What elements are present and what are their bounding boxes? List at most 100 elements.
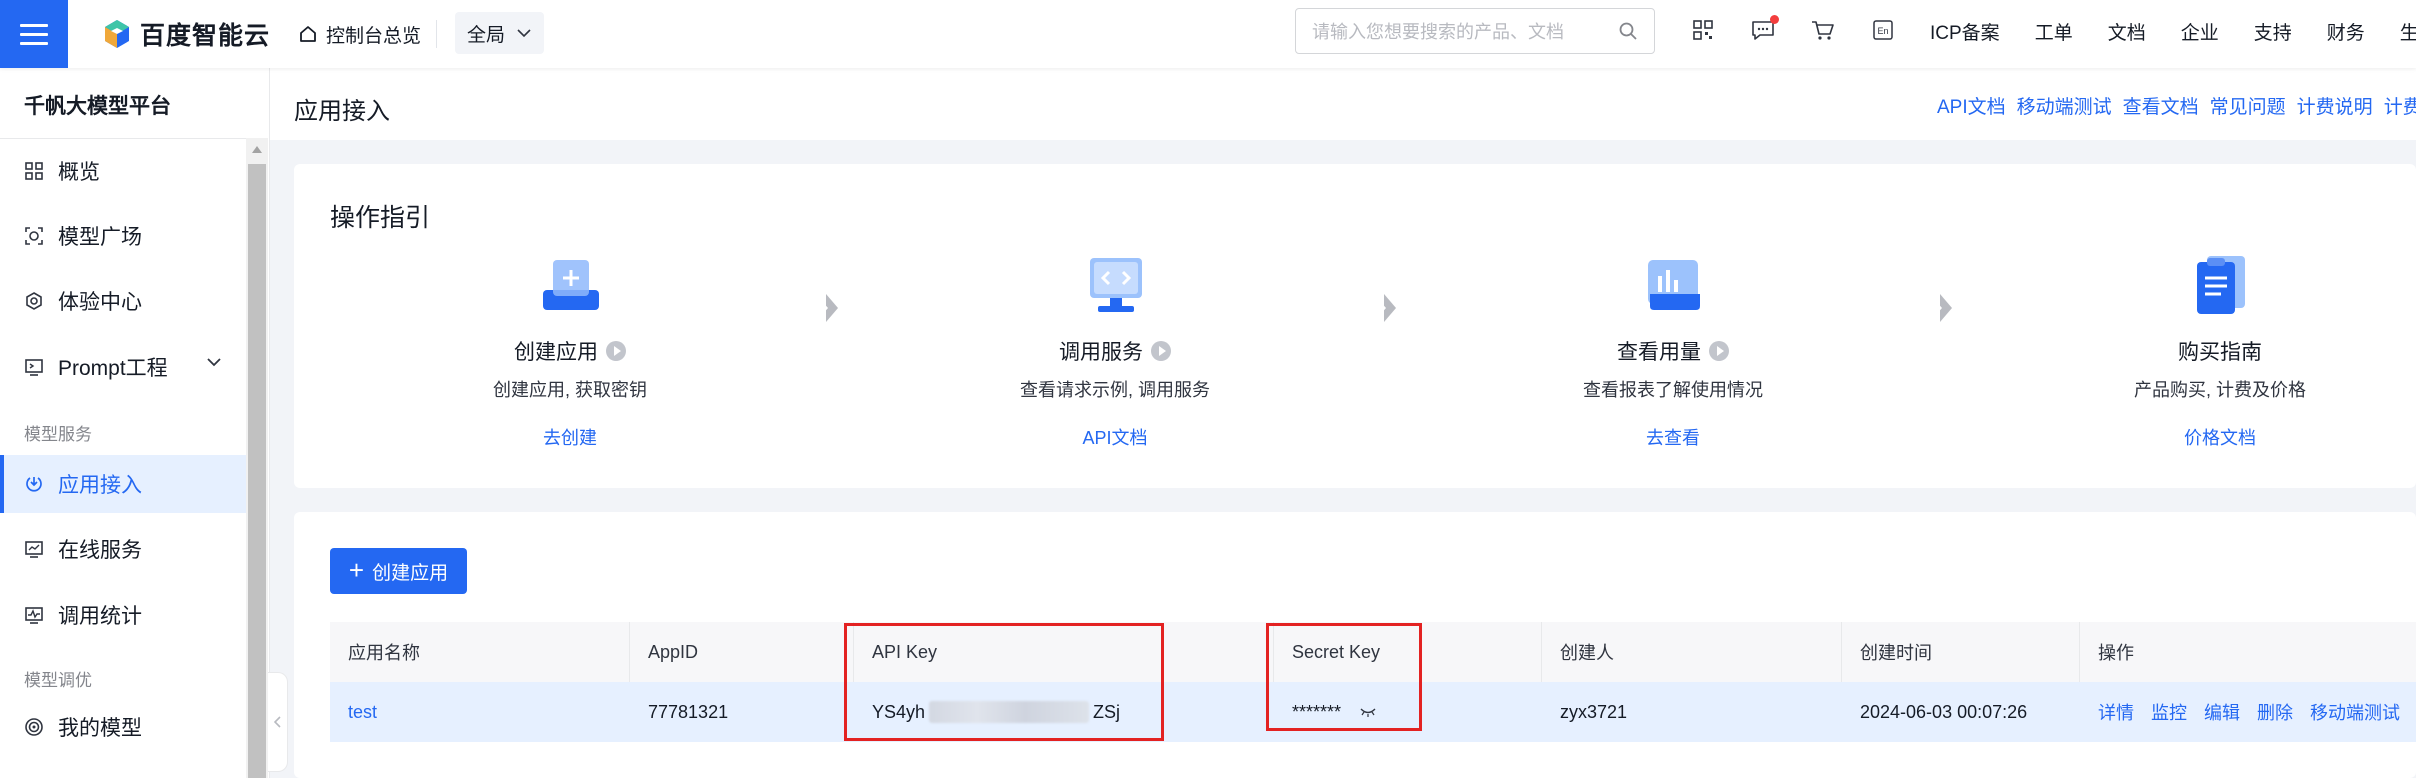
action-mobile-test[interactable]: 移动端测试 <box>2310 699 2400 725</box>
sidebar-item-app-access[interactable]: 应用接入 <box>0 455 246 513</box>
cart-icon[interactable] <box>1810 17 1836 43</box>
sidebar-item-my-model[interactable]: 我的模型 <box>0 698 246 756</box>
action-edit[interactable]: 编辑 <box>2204 699 2240 725</box>
call-service-icon <box>1080 250 1150 320</box>
sidebar-item-label: 模型广场 <box>58 226 142 249</box>
sidebar-collapse-button[interactable] <box>268 672 288 772</box>
nav-enterprise[interactable]: 企业 <box>2181 18 2219 45</box>
action-detail[interactable]: 详情 <box>2098 699 2134 725</box>
brand-name: 百度智能云 <box>140 22 271 50</box>
call-stats-icon <box>25 607 43 624</box>
play-video-icon[interactable] <box>606 341 626 361</box>
sidebar-item-experience[interactable]: 体验中心 <box>0 272 246 330</box>
nav-docs[interactable]: 文档 <box>2108 18 2146 45</box>
search-input[interactable]: 请输入您想要搜索的产品、文档 <box>1295 8 1655 54</box>
sidebar-item-call-stats[interactable]: 调用统计 <box>0 586 246 644</box>
header-link-mobile-test[interactable]: 移动端测试 <box>2017 92 2112 119</box>
guide-step-view-usage: 查看用量 查看报表了解使用情况 去查看 <box>1523 250 1823 450</box>
action-monitor[interactable]: 监控 <box>2151 699 2187 725</box>
step-name: 创建应用 <box>514 341 598 364</box>
sidebar-item-online-service[interactable]: 在线服务 <box>0 520 246 578</box>
actions-cell: 详情 监控 编辑 删除 移动端测试 <box>2080 682 2416 742</box>
message-icon[interactable] <box>1750 15 1779 43</box>
sidebar-item-label: 我的模型 <box>58 717 142 740</box>
sidebar-scrollbar-thumb[interactable] <box>248 164 266 778</box>
experience-icon <box>26 292 42 310</box>
nav-finance[interactable]: 财务 <box>2327 18 2365 45</box>
sidebar-divider <box>0 138 246 139</box>
qrcode-icon[interactable] <box>1690 17 1716 43</box>
guide-step-purchase: 购买指南 产品购买, 计费及价格 价格文档 <box>2070 250 2370 450</box>
sidebar-group-model-service: 模型服务 <box>24 425 92 444</box>
play-video-icon[interactable] <box>1151 341 1171 361</box>
step-name: 购买指南 <box>2178 341 2262 364</box>
step-arrow-icon <box>1379 294 1396 322</box>
header-link-faq[interactable]: 常见问题 <box>2210 92 2286 119</box>
header-links: API文档 移动端测试 查看文档 常见问题 计费说明 计费管理 <box>1937 92 2416 119</box>
nav-ecosystem[interactable]: 生态 <box>2400 18 2416 45</box>
create-app-label: 创建应用 <box>372 562 449 584</box>
my-model-icon <box>25 718 43 736</box>
step-link-api-docs[interactable]: API文档 <box>965 424 1265 450</box>
topbar-divider <box>436 20 437 48</box>
step-link-price-docs[interactable]: 价格文档 <box>2070 424 2370 450</box>
sidebar: 千帆大模型平台 概览 模型广场 体验中心 Prompt工程 模型服务 应用接入 … <box>0 68 270 778</box>
region-value: 全局 <box>467 24 506 46</box>
header-link-billing-manage[interactable]: 计费管理 <box>2384 92 2416 119</box>
column-header: 操作 <box>2098 643 2134 663</box>
page-title: 应用接入 <box>294 98 390 125</box>
view-usage-icon <box>1638 250 1708 320</box>
brand-logo-icon <box>102 19 132 49</box>
region-select[interactable]: 全局 <box>455 12 544 54</box>
model-square-icon <box>25 227 43 245</box>
play-video-icon[interactable] <box>1709 341 1729 361</box>
online-service-icon <box>25 541 43 558</box>
app-name-link[interactable]: test <box>348 702 377 723</box>
nav-support[interactable]: 支持 <box>2254 18 2292 45</box>
step-link-view[interactable]: 去查看 <box>1523 424 1823 450</box>
chevron-down-icon <box>517 29 531 38</box>
sidebar-item-label: Prompt工程 <box>58 357 168 380</box>
step-desc: 创建应用, 获取密钥 <box>492 380 647 400</box>
sidebar-item-label: 在线服务 <box>58 539 142 562</box>
chevron-left-icon <box>273 716 281 728</box>
header-link-view-docs[interactable]: 查看文档 <box>2123 92 2199 119</box>
console-overview-label: 控制台总览 <box>326 25 422 47</box>
step-desc: 查看报表了解使用情况 <box>1583 380 1763 400</box>
notification-dot <box>1770 15 1779 24</box>
scroll-up-arrow-icon[interactable] <box>252 146 262 153</box>
sidebar-title: 千帆大模型平台 <box>24 95 171 118</box>
create-app-button[interactable]: + 创建应用 <box>330 548 467 594</box>
top-nav: ICP备案 工单 文档 企业 支持 财务 生态 <box>1930 18 2416 45</box>
step-desc: 产品购买, 计费及价格 <box>2133 380 2306 400</box>
column-header: 创建人 <box>1542 622 1842 682</box>
overview-grid-icon <box>25 162 43 180</box>
nav-ticket[interactable]: 工单 <box>2035 18 2073 45</box>
guide-step-create-app: 创建应用 创建应用, 获取密钥 去创建 <box>420 250 720 450</box>
header-link-billing-info[interactable]: 计费说明 <box>2297 92 2373 119</box>
hamburger-menu-button[interactable] <box>0 0 68 68</box>
brand-logo[interactable]: 百度智能云 <box>102 16 270 52</box>
search-icon[interactable] <box>1618 21 1638 41</box>
console-overview-link[interactable]: 控制台总览 <box>298 18 421 50</box>
header-link-api-docs[interactable]: API文档 <box>1937 92 2006 119</box>
app-access-icon <box>26 477 42 492</box>
sidebar-item-prompt[interactable]: Prompt工程 <box>0 338 246 396</box>
svg-text:En: En <box>1877 26 1888 36</box>
sidebar-item-label: 概览 <box>58 161 100 184</box>
sidebar-group-model-tuning: 模型调优 <box>24 671 92 690</box>
purchase-guide-icon <box>2185 250 2255 320</box>
chevron-down-icon <box>207 358 221 367</box>
highlight-box-api-key <box>844 623 1164 741</box>
language-en-icon[interactable]: En <box>1870 17 1896 43</box>
step-link-create[interactable]: 去创建 <box>420 424 720 450</box>
column-header: 创建时间 <box>1842 622 2080 682</box>
step-name: 查看用量 <box>1617 341 1701 364</box>
nav-icp[interactable]: ICP备案 <box>1930 18 2000 45</box>
sidebar-item-overview[interactable]: 概览 <box>0 142 246 200</box>
action-delete[interactable]: 删除 <box>2257 699 2293 725</box>
top-bar: 百度智能云 控制台总览 全局 请输入您想要搜索的产品、文档 En ICP备案 工… <box>0 0 2416 68</box>
created-time-cell: 2024-06-03 00:07:26 <box>1860 701 2028 722</box>
operation-guide-card: 操作指引 创建应用 创建应用, 获取密钥 去创建 调用服务 查看请求示例, 调用… <box>294 164 2416 488</box>
sidebar-item-model-square[interactable]: 模型广场 <box>0 207 246 265</box>
